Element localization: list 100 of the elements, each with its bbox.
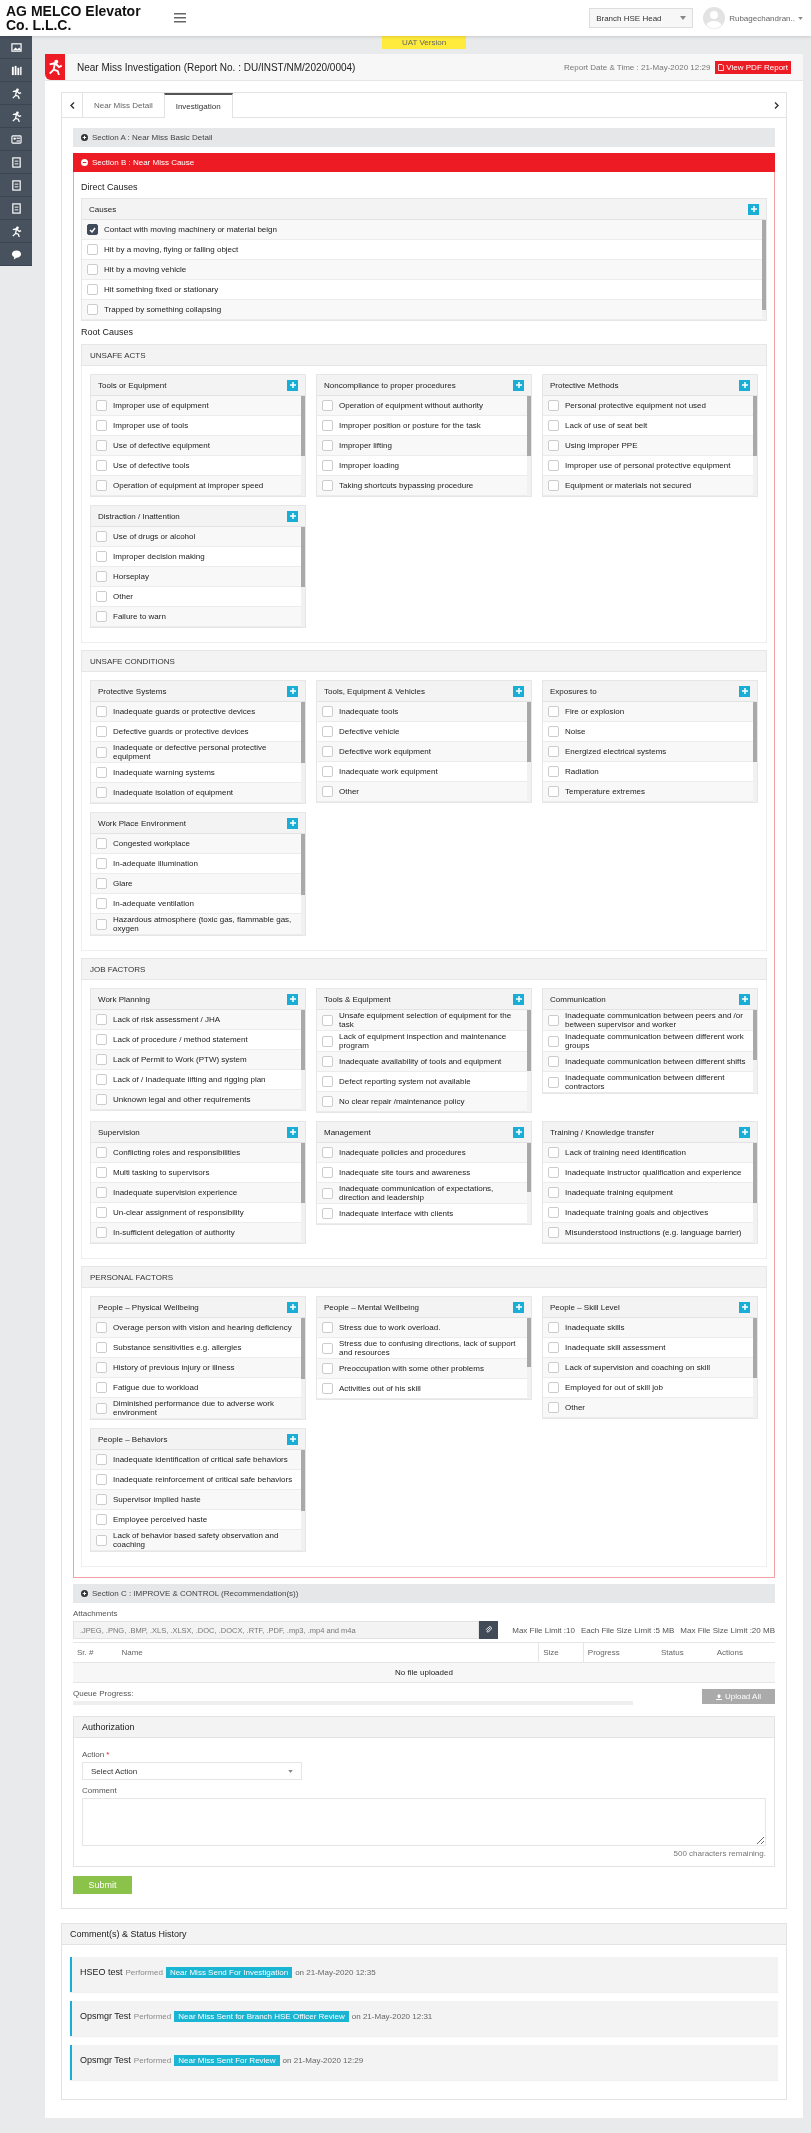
scrollbar[interactable] [301, 702, 305, 803]
status-badge: Near Miss Send For Investigation [165, 1967, 293, 1978]
plus-icon [515, 382, 522, 388]
chat-bubble-icon[interactable] [10, 248, 22, 260]
scrollbar[interactable] [753, 1318, 757, 1418]
option-label: Horseplay [113, 572, 149, 581]
action-verb: Performed [125, 1968, 163, 1977]
scrollbar[interactable] [301, 1450, 305, 1551]
document-icon[interactable] [10, 202, 22, 214]
option-label: Other [113, 592, 133, 601]
add-button[interactable] [513, 993, 524, 1005]
add-button[interactable] [739, 993, 750, 1005]
running-figure-icon[interactable] [10, 110, 22, 122]
section-header[interactable]: Section B : Near Miss Cause [73, 153, 775, 172]
group-header: PERSONAL FACTORS [81, 1266, 767, 1288]
scrollbar[interactable] [527, 1010, 531, 1112]
option-label: Hit by a moving, flying or falling object [104, 245, 239, 254]
attach-button[interactable] [479, 1621, 499, 1639]
add-button[interactable] [287, 685, 298, 697]
add-button[interactable] [287, 510, 298, 522]
books-icon[interactable] [10, 64, 22, 76]
limit-note: Max File Size Limit :20 MB [680, 1625, 775, 1635]
add-button[interactable] [513, 379, 524, 391]
add-button[interactable] [739, 685, 750, 697]
option-label: Inadequate policies and procedures [339, 1148, 466, 1157]
document-icon[interactable] [10, 156, 22, 168]
scrollbar[interactable] [762, 220, 766, 320]
option-label: Conflicting roles and responsibilities [113, 1148, 241, 1157]
chevron-right-icon [773, 101, 779, 109]
required-mark: * [106, 1750, 110, 1759]
upload-icon [715, 1693, 722, 1700]
comment-field[interactable] [82, 1798, 766, 1846]
action-select[interactable]: Select Action [82, 1762, 302, 1780]
list-title: Tools & Equipment [324, 994, 391, 1004]
add-button[interactable] [287, 1301, 298, 1313]
group-header: JOB FACTORS [81, 958, 767, 980]
option-label: Inadequate communication between different shifts [565, 1057, 746, 1066]
add-button[interactable] [287, 379, 298, 391]
add-button[interactable] [748, 203, 759, 215]
scrollbar[interactable] [753, 1010, 757, 1093]
column-header: Sr. # [73, 1642, 118, 1663]
scrollbar[interactable] [527, 702, 531, 802]
document-icon[interactable] [10, 179, 22, 191]
add-button[interactable] [513, 1301, 524, 1313]
option-label: Unsafe equipment selection of equipment for the task [339, 1011, 513, 1029]
section-header[interactable]: Section C : IMPROVE & CONTROL (Recommendation(s)) [73, 1584, 775, 1603]
scrollbar[interactable] [753, 702, 757, 802]
option-label: Employed for out of skill job [565, 1383, 663, 1392]
list-title: People – Physical Wellbeing [98, 1302, 199, 1312]
checkbox[interactable] [87, 224, 98, 235]
tab[interactable]: Investigation [163, 93, 233, 118]
scrollbar[interactable] [301, 527, 305, 627]
add-button[interactable] [287, 1433, 298, 1445]
option-label: Hit by a moving vehicle [104, 265, 187, 274]
menu-icon[interactable] [174, 13, 186, 23]
add-button[interactable] [739, 1301, 750, 1313]
paperclip-icon [485, 1626, 493, 1634]
list-title: Protective Systems [98, 686, 167, 696]
picture-icon[interactable] [10, 41, 22, 53]
add-button[interactable] [739, 1126, 750, 1138]
pdf-report-button[interactable]: View PDF Report [715, 60, 791, 74]
plus-icon [741, 1129, 748, 1135]
scrollbar[interactable] [301, 1010, 305, 1110]
report-date: Report Date & Time : 21-May-2020 12:29 [564, 62, 711, 72]
user-menu[interactable]: Rubagechandran.. [729, 13, 803, 23]
scrollbar[interactable] [301, 1143, 305, 1243]
role-select[interactable]: Branch HSE Head [589, 8, 694, 28]
id-card-icon[interactable] [10, 133, 22, 145]
scrollbar[interactable] [301, 396, 305, 496]
add-button[interactable] [287, 1126, 298, 1138]
option-label: Inadequate communication between different contractors [565, 1073, 726, 1091]
option-label: Use of defective equipment [113, 441, 210, 450]
scrollbar[interactable] [301, 1318, 305, 1419]
option-label: Inadequate site tours and awareness [339, 1168, 471, 1177]
running-figure-icon[interactable] [10, 225, 22, 237]
option-label: Temperature extremes [565, 787, 646, 796]
section-header[interactable]: Section A : Near Miss Basic Detail [73, 128, 775, 147]
option-label: Radiation [565, 767, 599, 776]
scrollbar[interactable] [753, 1143, 757, 1243]
option-label: Improper use of personal protective equipment [565, 461, 731, 470]
field-label: Attachments [73, 1609, 119, 1618]
add-button[interactable] [513, 1126, 524, 1138]
scrollbar[interactable] [527, 1143, 531, 1224]
add-button[interactable] [739, 379, 750, 391]
option-label: Using improper PPE [565, 441, 638, 450]
action-verb: Performed [133, 2056, 172, 2065]
plus-icon [750, 206, 757, 212]
list-title: Tools or Equipment [98, 380, 167, 390]
scrollbar[interactable] [301, 834, 305, 935]
running-figure-icon[interactable] [10, 87, 22, 99]
option-label: Defective work equipment [339, 747, 432, 756]
add-button[interactable] [287, 817, 298, 829]
list-title: People – Skill Level [550, 1302, 620, 1312]
add-button[interactable] [287, 993, 298, 1005]
option-label: Personal protective equipment not used [565, 401, 706, 410]
scrollbar[interactable] [753, 396, 757, 496]
option-label: Failure to warn [113, 612, 166, 621]
scrollbar[interactable] [527, 1318, 531, 1399]
scrollbar[interactable] [527, 396, 531, 496]
add-button[interactable] [513, 685, 524, 697]
